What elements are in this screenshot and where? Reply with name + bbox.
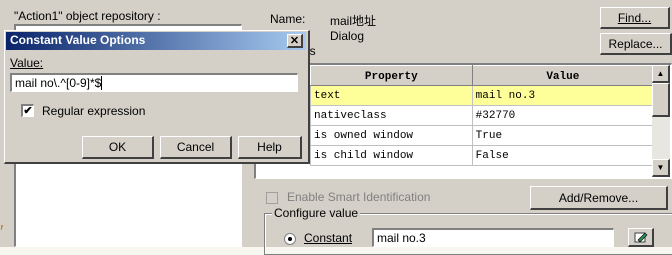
find-button[interactable]: Find... [600,7,670,29]
table-scrollbar[interactable]: ▲ ▼ [652,65,670,177]
object-name-value: mail地址 [330,14,377,28]
value-cell: False [471,145,655,166]
property-cell: text [310,85,473,106]
ok-button[interactable]: OK [82,136,154,159]
dialog-close-button[interactable]: ✕ [287,34,303,48]
edit-pencil-icon [634,232,647,243]
value-cell: #32770 [471,105,655,126]
arrow-down-icon: ▼ [656,163,665,172]
arrow-up-icon: ▲ [656,69,665,78]
smart-identification-label: Enable Smart Identification [287,190,431,204]
slide-side-glyph: ′ [0,222,4,242]
property-cell: nativeclass [310,105,473,126]
regular-expression-label: Regular expression [42,104,146,118]
table-row[interactable]: is child window False [310,145,655,166]
constant-radio[interactable] [284,233,296,245]
constant-radio-label: Constant [304,231,353,245]
property-cell: is owned window [310,125,473,146]
dialog-title: Constant Value Options [10,33,146,47]
checkmark-icon: ✔ [23,104,33,117]
value-label: Value: [10,56,44,70]
value-input[interactable]: mail no\.^[0-9]*$ [10,73,298,92]
scroll-up-button[interactable]: ▲ [652,65,670,83]
radio-dot [288,237,292,241]
smart-identification-checkbox[interactable] [266,192,278,204]
column-header-property[interactable]: Property [310,65,473,86]
table-row[interactable]: nativeclass #32770 [310,105,655,126]
properties-table: Property Value text mail no.3 nativeclas… [310,65,655,166]
constant-value-field[interactable]: mail no.3 [372,228,614,247]
column-header-value[interactable]: Value [471,65,655,86]
scroll-down-button[interactable]: ▼ [652,159,670,177]
edit-value-button[interactable] [628,228,654,247]
name-label: Name: [270,12,306,26]
scroll-thumb[interactable] [652,83,670,117]
object-class-value: Dialog [330,29,365,43]
table-row[interactable]: is owned window True [310,125,655,146]
configure-value-label: Configure value [272,206,361,220]
value-cell: True [471,125,655,146]
repository-title: "Action1" object repository : [14,9,161,23]
properties-table-frame: Property Value text mail no.3 nativeclas… [254,63,672,179]
replace-button[interactable]: Replace... [600,33,672,55]
property-cell: is child window [310,145,473,166]
cancel-button[interactable]: Cancel [160,136,232,159]
close-icon: ✕ [289,35,300,47]
add-remove-button[interactable]: Add/Remove... [530,186,668,210]
value-cell: mail no.3 [471,85,655,106]
table-row[interactable]: text mail no.3 [310,85,655,106]
regular-expression-checkbox[interactable]: ✔ [21,104,34,117]
help-button[interactable]: Help [238,136,302,159]
